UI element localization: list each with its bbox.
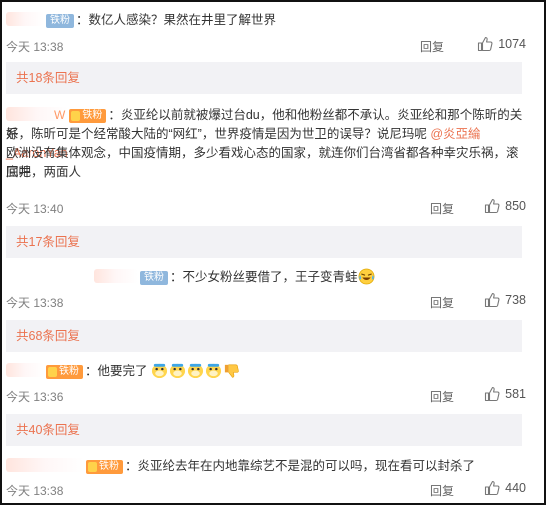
comment-meta: 今天 13:40 回复 850: [6, 198, 526, 218]
like-count: 440: [505, 481, 526, 495]
comment-text: 好，陈昕可是个经常酸大陆的“网红”，世界疫情是因为世卫的误导？说尼玛呢: [6, 127, 431, 141]
doge-emoji: [187, 362, 204, 385]
thumbs-down-emoji: [223, 362, 240, 385]
view-replies-button[interactable]: 共68条回复: [6, 320, 522, 352]
comment-meta: 今天 13:36 回复 581: [6, 386, 526, 406]
comment-text-line: 铁粉 ：数亿人感染？果然在井里了解世界: [6, 11, 526, 30]
username-tail: W: [54, 108, 66, 122]
reply-button[interactable]: 回复: [430, 388, 454, 405]
view-replies-button[interactable]: 共17条回复: [6, 226, 522, 258]
comment-text-line: 铁粉 ：不少女粉丝要借了，王子变青蛙: [6, 268, 526, 291]
comment-text-line: 底吧，两面人: [6, 163, 526, 182]
comment-time: 今天 13:40: [6, 202, 64, 216]
laughing-tears-emoji: [358, 268, 375, 291]
comment-time: 今天 13:38: [6, 40, 64, 54]
doge-emoji: [205, 362, 222, 385]
tiefen-badge: 铁粉: [140, 271, 168, 285]
doge-emoji: [169, 362, 186, 385]
comment-time: 今天 13:38: [6, 296, 64, 310]
like-count: 581: [505, 387, 526, 401]
like-button[interactable]: 440: [484, 480, 526, 496]
like-button[interactable]: 581: [484, 386, 526, 402]
username-link[interactable]: [6, 363, 44, 377]
comment-text: ：他要完了: [85, 364, 148, 378]
thumbs-up-icon: [485, 198, 500, 214]
comment-text-line: 铁粉 ：他要完了: [6, 362, 526, 385]
reply-button[interactable]: 回复: [430, 200, 454, 217]
comment-text: ：不少女粉丝要借了，王子变青蛙: [170, 270, 358, 284]
view-replies-button[interactable]: 共40条回复: [6, 414, 522, 446]
reply-button[interactable]: 回复: [430, 482, 454, 499]
view-replies-button[interactable]: 共18条回复: [6, 62, 522, 94]
tiefen-badge: 铁粉: [46, 14, 74, 28]
thumbs-up-icon: [478, 36, 493, 52]
username-link[interactable]: [6, 12, 44, 26]
comment-meta: 今天 13:38 回复 440: [6, 480, 526, 500]
comment-meta: 今天 13:38 回复 738: [6, 292, 526, 312]
doge-emoji: [151, 362, 168, 385]
thumbs-up-icon: [485, 292, 500, 308]
like-button[interactable]: 738: [484, 292, 526, 308]
comment-text-line: 铁粉 ：炎亚纶去年在内地靠综艺不是混的可以吗，现在看可以封杀了: [6, 457, 526, 476]
thumbs-up-icon: [485, 480, 500, 496]
tiefen-badge: 铁粉: [86, 460, 123, 474]
like-count: 1074: [498, 37, 526, 51]
like-button[interactable]: 850: [484, 198, 526, 214]
username-link[interactable]: [94, 269, 138, 283]
like-button[interactable]: 1074: [477, 36, 526, 52]
comment-text: 底吧，两面人: [6, 165, 82, 179]
comment-text: ：炎亚纶去年在内地靠综艺不是混的可以吗，现在看可以封杀了: [125, 459, 476, 473]
comment-time: 今天 13:36: [6, 390, 64, 404]
username-link[interactable]: [6, 458, 84, 472]
tiefen-badge: 铁粉: [46, 365, 83, 379]
comment-meta: 今天 13:38 回复 1074: [6, 36, 526, 56]
reply-button[interactable]: 回复: [430, 294, 454, 311]
tiefen-badge: 铁粉: [69, 109, 107, 123]
comment-time: 今天 13:38: [6, 484, 64, 498]
reply-button[interactable]: 回复: [420, 38, 444, 55]
like-count: 738: [505, 293, 526, 307]
comment-list: 铁粉 ：数亿人感染？果然在井里了解世界 今天 13:38 回复 1074 共18条…: [0, 0, 546, 505]
comment-text: ：数亿人感染？果然在井里了解世界: [76, 13, 277, 27]
like-count: 850: [505, 199, 526, 213]
thumbs-up-icon: [485, 386, 500, 402]
